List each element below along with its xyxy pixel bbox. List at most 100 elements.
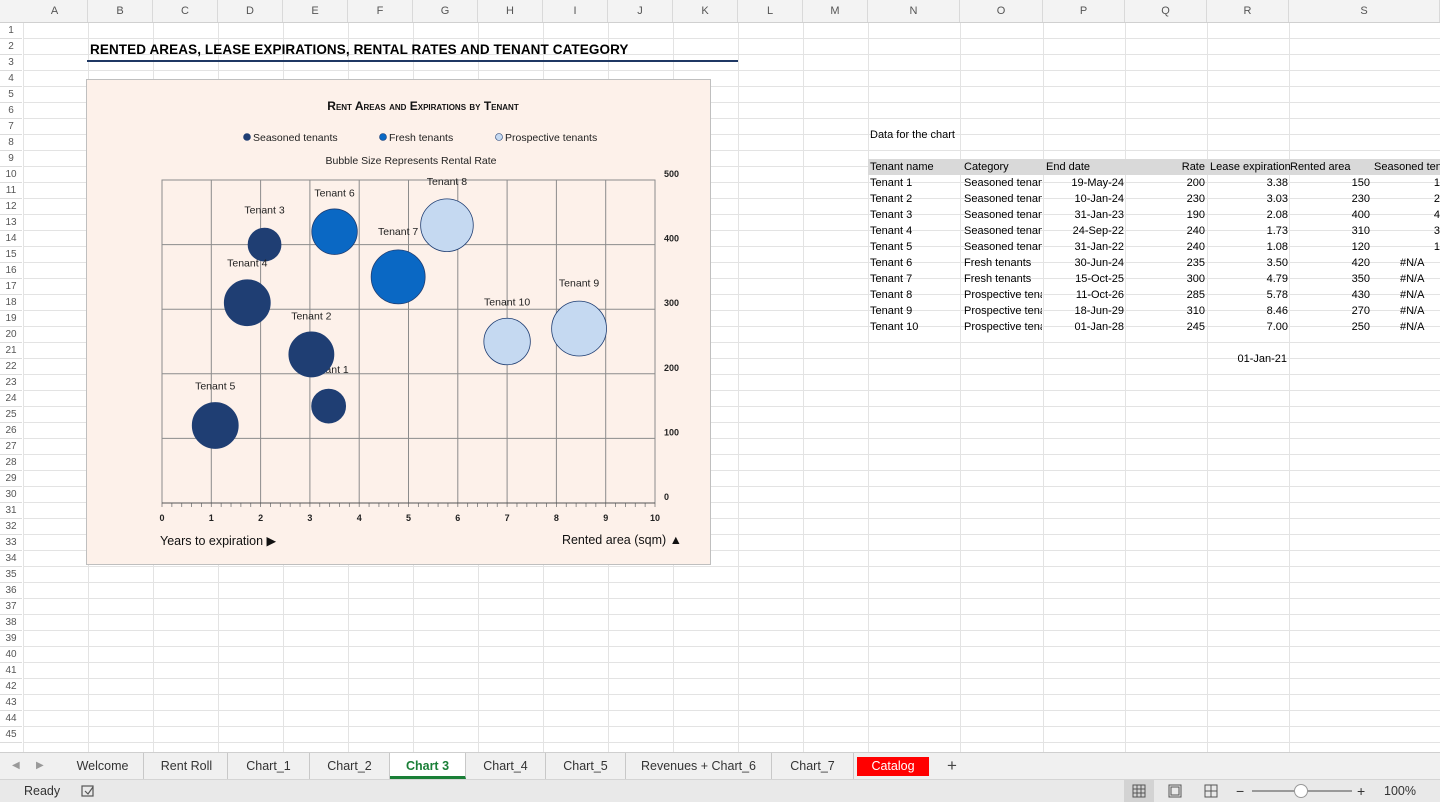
table-cell[interactable]: 11-Oct-26 (1046, 287, 1124, 303)
table-cell[interactable]: 31-Jan-22 (1046, 239, 1124, 255)
spreadsheet-area[interactable]: ABCDEFGHIJKLMNOPQRST 1234567891011121314… (0, 0, 1440, 752)
table-cell[interactable]: 01-Jan-28 (1046, 319, 1124, 335)
accessibility-icon[interactable] (80, 783, 96, 802)
row-header[interactable]: 4 (0, 71, 22, 87)
table-cell[interactable]: 1.08 (1208, 239, 1288, 255)
column-header[interactable]: G (413, 0, 478, 22)
column-header[interactable]: R (1207, 0, 1289, 22)
table-cell[interactable]: 420 (1290, 255, 1370, 271)
column-header[interactable]: B (88, 0, 153, 22)
table-cell[interactable]: 150 (1290, 175, 1370, 191)
table-cell[interactable]: 285 (1127, 287, 1205, 303)
tab-scroll-left-icon[interactable]: ◀ (12, 753, 20, 779)
table-cell[interactable]: 7.00 (1208, 319, 1288, 335)
table-cell[interactable]: 235 (1127, 255, 1205, 271)
column-header[interactable]: H (478, 0, 543, 22)
column-header[interactable]: O (960, 0, 1043, 22)
table-cell[interactable]: 1.73 (1208, 223, 1288, 239)
table-cell[interactable]: Seasoned tenan (964, 175, 1042, 191)
table-cell[interactable]: 300 (1127, 271, 1205, 287)
row-header[interactable]: 5 (0, 87, 22, 103)
column-header[interactable]: D (218, 0, 283, 22)
table-cell[interactable]: 2.08 (1208, 207, 1288, 223)
add-sheet-button[interactable]: + (940, 753, 964, 779)
table-cell[interactable]: 310 (1127, 303, 1205, 319)
row-header[interactable]: 29 (0, 471, 22, 487)
table-cell[interactable]: #N/A (1372, 303, 1440, 319)
column-header[interactable]: F (348, 0, 413, 22)
row-header[interactable]: 38 (0, 615, 22, 631)
table-cell[interactable]: 350 (1290, 271, 1370, 287)
table-cell[interactable]: 4 (1372, 207, 1440, 223)
row-header[interactable]: 18 (0, 295, 22, 311)
row-header[interactable]: 10 (0, 167, 22, 183)
zoom-out-button[interactable]: − (1236, 780, 1244, 802)
table-cell[interactable]: Prospective tena (964, 303, 1042, 319)
row-header[interactable]: 27 (0, 439, 22, 455)
table-header-cell[interactable]: End date (1046, 159, 1124, 175)
row-header[interactable]: 12 (0, 199, 22, 215)
row-header[interactable]: 21 (0, 343, 22, 359)
row-header[interactable]: 19 (0, 311, 22, 327)
tab-scroll-right-icon[interactable]: ▶ (36, 753, 44, 779)
row-header[interactable]: 31 (0, 503, 22, 519)
row-header[interactable]: 9 (0, 151, 22, 167)
row-header[interactable]: 32 (0, 519, 22, 535)
table-cell[interactable]: 270 (1290, 303, 1370, 319)
row-header[interactable]: 41 (0, 663, 22, 679)
zoom-level[interactable]: 100% (1384, 780, 1416, 802)
table-cell[interactable]: 3.03 (1208, 191, 1288, 207)
zoom-slider-thumb[interactable] (1294, 784, 1308, 798)
table-cell[interactable]: Tenant 4 (870, 223, 958, 239)
table-cell[interactable]: 15-Oct-25 (1046, 271, 1124, 287)
sheet-tab-chart-3[interactable]: Chart 3 (390, 753, 466, 779)
row-header[interactable]: 37 (0, 599, 22, 615)
row-header[interactable]: 42 (0, 679, 22, 695)
table-cell[interactable]: 2 (1372, 191, 1440, 207)
row-header[interactable]: 24 (0, 391, 22, 407)
sheet-tab-chart-1[interactable]: Chart_1 (228, 753, 310, 779)
sheet-tab-chart-2[interactable]: Chart_2 (310, 753, 390, 779)
row-header[interactable]: 2 (0, 39, 22, 55)
row-header[interactable]: 15 (0, 247, 22, 263)
row-header[interactable]: 45 (0, 727, 22, 743)
row-header[interactable]: 26 (0, 423, 22, 439)
table-cell[interactable]: 250 (1290, 319, 1370, 335)
row-header[interactable]: 17 (0, 279, 22, 295)
table-cell[interactable]: Seasoned tenan (964, 223, 1042, 239)
row-header[interactable]: 16 (0, 263, 22, 279)
sheet-tab-rent-roll[interactable]: Rent Roll (146, 753, 228, 779)
page-break-view-icon[interactable] (1196, 780, 1226, 802)
table-cell[interactable]: 245 (1127, 319, 1205, 335)
row-header[interactable]: 8 (0, 135, 22, 151)
table-cell[interactable]: Seasoned tenan (964, 239, 1042, 255)
table-cell[interactable]: Tenant 6 (870, 255, 958, 271)
table-cell[interactable]: Tenant 3 (870, 207, 958, 223)
table-cell[interactable]: 19-May-24 (1046, 175, 1124, 191)
table-cell[interactable]: 4.79 (1208, 271, 1288, 287)
column-header[interactable]: L (738, 0, 803, 22)
table-cell[interactable]: 230 (1290, 191, 1370, 207)
table-cell[interactable]: 190 (1127, 207, 1205, 223)
column-header[interactable]: I (543, 0, 608, 22)
table-cell[interactable]: 5.78 (1208, 287, 1288, 303)
table-cell[interactable]: 8.46 (1208, 303, 1288, 319)
table-header-cell[interactable]: Category (964, 159, 1042, 175)
row-header[interactable]: 44 (0, 711, 22, 727)
sheet-tab-chart-4[interactable]: Chart_4 (466, 753, 546, 779)
table-cell[interactable]: Tenant 5 (870, 239, 958, 255)
table-cell[interactable]: Tenant 7 (870, 271, 958, 287)
table-cell[interactable]: 3 (1372, 223, 1440, 239)
sheet-tab-catalog[interactable]: Catalog (857, 757, 929, 776)
table-cell[interactable]: 430 (1290, 287, 1370, 303)
row-header[interactable]: 7 (0, 119, 22, 135)
page-layout-view-icon[interactable] (1160, 780, 1190, 802)
table-cell[interactable]: Tenant 10 (870, 319, 958, 335)
sheet-tab-revenues-chart-6[interactable]: Revenues + Chart_6 (626, 753, 772, 779)
data-label[interactable]: Data for the chart (870, 127, 955, 143)
table-cell[interactable]: Tenant 9 (870, 303, 958, 319)
sheet-title[interactable]: RENTED AREAS, LEASE EXPIRATIONS, RENTAL … (90, 42, 629, 57)
column-header[interactable]: M (803, 0, 868, 22)
column-header[interactable]: K (673, 0, 738, 22)
table-cell[interactable]: #N/A (1372, 287, 1440, 303)
